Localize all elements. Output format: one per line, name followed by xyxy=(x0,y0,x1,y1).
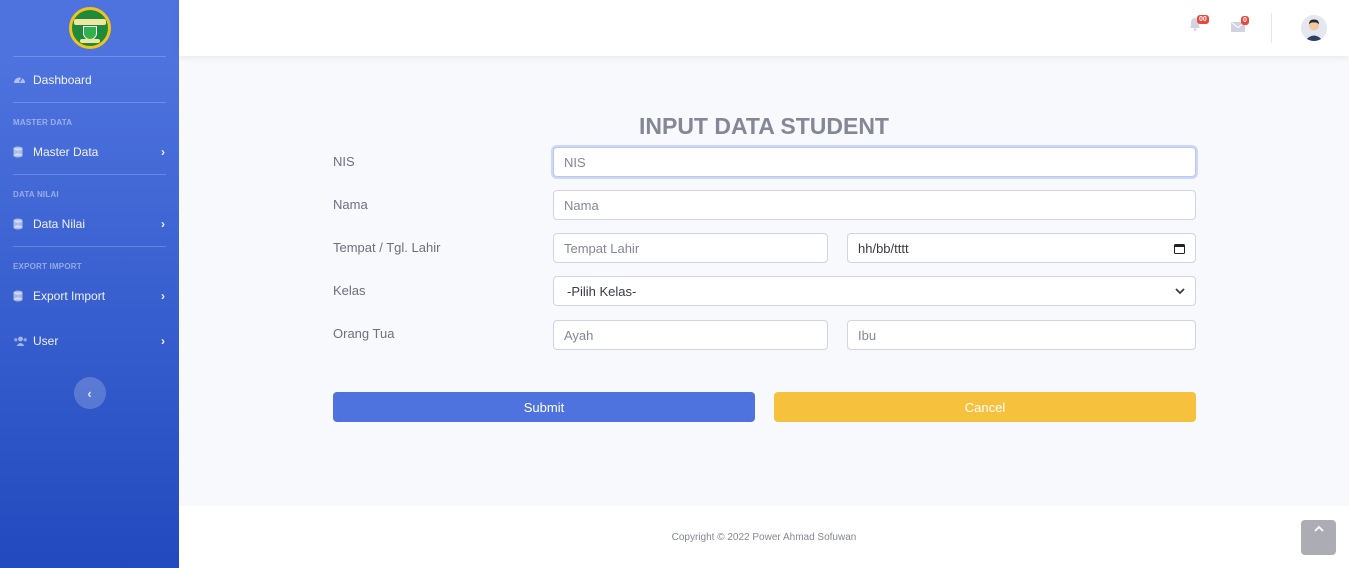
topbar-divider xyxy=(1271,13,1272,43)
nama-input[interactable]: Nama xyxy=(553,190,1196,220)
tempat-lahir-placeholder: Tempat Lahir xyxy=(564,240,640,256)
messages-button[interactable]: 0 xyxy=(1231,16,1249,37)
messages-count-badge: 0 xyxy=(1241,16,1249,25)
sidebar-item-user[interactable]: User › xyxy=(0,318,179,363)
ortu-label: Orang Tua xyxy=(333,326,395,341)
chevron-up-icon xyxy=(1313,525,1324,532)
nis-label: NIS xyxy=(333,154,355,169)
sidebar-item-label: Master Data xyxy=(33,144,99,159)
kelas-selected-value: -Pilih Kelas- xyxy=(567,283,637,299)
cancel-button[interactable]: Cancel xyxy=(774,392,1196,422)
sidebar-item-label: Export Import xyxy=(33,288,106,303)
page-title: INPUT DATA STUDENT xyxy=(638,113,889,139)
chevron-left-icon: ‹ xyxy=(87,385,92,401)
school-logo xyxy=(68,7,111,49)
nis-placeholder: NIS xyxy=(564,154,586,170)
tanggal-lahir-input[interactable]: hh/bb/tttt xyxy=(847,233,1196,263)
sidebar-item-dashboard[interactable]: Dashboard xyxy=(0,57,179,102)
alerts-button[interactable]: 00 xyxy=(1189,15,1209,36)
sidebar-heading-export-import: EXPORT IMPORT xyxy=(13,262,82,271)
sidebar: Dashboard MASTER DATA Master Data › DATA… xyxy=(0,0,179,568)
database-icon xyxy=(13,218,29,230)
chevron-right-icon: › xyxy=(161,144,165,159)
tempat-lahir-input[interactable]: Tempat Lahir xyxy=(553,233,828,263)
submit-button[interactable]: Submit xyxy=(333,392,755,422)
user-profile-icon xyxy=(1301,15,1327,41)
nama-placeholder: Nama xyxy=(564,197,599,213)
ibu-placeholder: Ibu xyxy=(858,327,877,343)
copyright-text: Copyright © 2022 Power Ahmad Sofuwan xyxy=(671,531,857,543)
chevron-right-icon: › xyxy=(161,216,165,231)
database-icon xyxy=(13,146,29,158)
footer: Copyright © 2022 Power Ahmad Sofuwan xyxy=(179,506,1349,568)
kelas-select[interactable]: -Pilih Kelas- xyxy=(553,276,1196,306)
sidebar-toggle-button[interactable]: ‹ xyxy=(73,377,106,409)
users-icon xyxy=(13,336,29,346)
sidebar-heading-master-data: MASTER DATA xyxy=(13,118,73,127)
sidebar-item-label: User xyxy=(33,333,59,348)
tachometer-icon xyxy=(13,74,29,85)
topbar: 00 0 xyxy=(179,0,1349,56)
sidebar-item-master-data[interactable]: Master Data › xyxy=(0,129,179,174)
sidebar-heading-data-nilai: DATA NILAI xyxy=(13,190,59,199)
sidebar-item-export-import[interactable]: Export Import › xyxy=(0,273,179,318)
sidebar-item-data-nilai[interactable]: Data Nilai › xyxy=(0,201,179,246)
tanggal-lahir-placeholder: hh/bb/tttt xyxy=(858,240,909,256)
scroll-to-top-button[interactable] xyxy=(1301,520,1336,555)
calendar-icon[interactable] xyxy=(1174,243,1185,254)
sidebar-item-label: Dashboard xyxy=(33,72,92,87)
chevron-right-icon: › xyxy=(161,333,165,348)
chevron-down-icon xyxy=(1175,287,1185,294)
alerts-count-badge: 00 xyxy=(1197,15,1209,24)
ibu-input[interactable]: Ibu xyxy=(847,320,1196,350)
nis-input[interactable]: NIS xyxy=(553,147,1196,177)
sidebar-item-label: Data Nilai xyxy=(33,216,86,231)
ayah-placeholder: Ayah xyxy=(564,327,594,343)
nama-label: Nama xyxy=(333,197,368,212)
database-icon xyxy=(13,290,29,302)
chevron-right-icon: › xyxy=(161,288,165,303)
user-avatar[interactable] xyxy=(1301,15,1327,41)
ayah-input[interactable]: Ayah xyxy=(553,320,828,350)
sidebar-brand[interactable] xyxy=(0,0,179,56)
ttl-label: Tempat / Tgl. Lahir xyxy=(333,240,441,255)
kelas-label: Kelas xyxy=(333,283,366,298)
